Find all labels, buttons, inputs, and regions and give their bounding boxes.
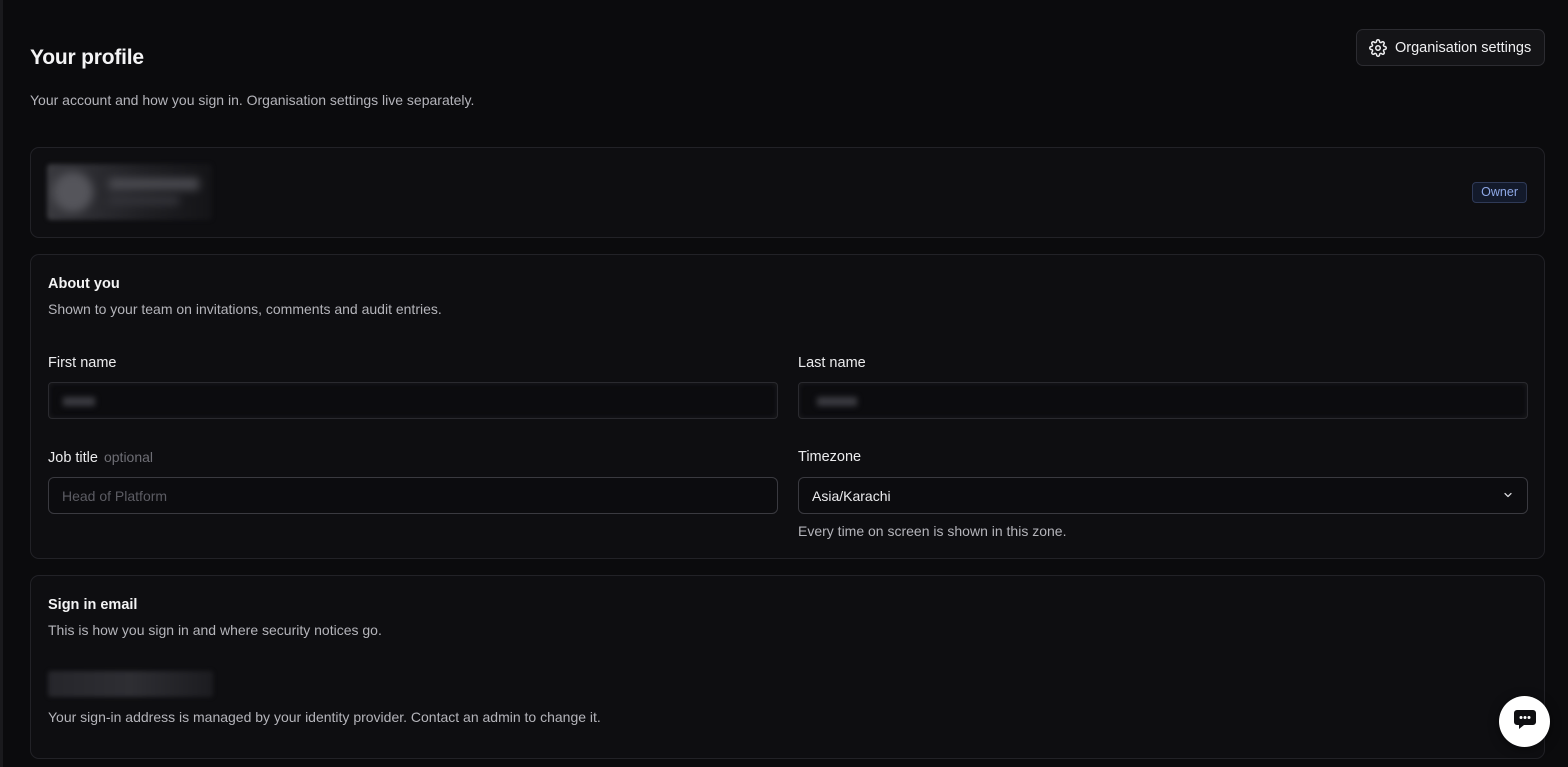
- organisation-settings-label: Organisation settings: [1395, 39, 1532, 56]
- sign-in-email-card: Sign in email This is how you sign in an…: [30, 575, 1545, 759]
- page-title: Your profile: [30, 46, 144, 69]
- gear-icon: [1369, 38, 1387, 57]
- timezone-select[interactable]: Asia/Karachi: [798, 477, 1528, 514]
- sign-in-email-title: Sign in email: [48, 597, 138, 613]
- redacted-name: [109, 178, 199, 190]
- profile-page: Your profile Your account and how you si…: [0, 0, 1568, 767]
- about-you-title: About you: [48, 276, 120, 292]
- redacted-email: [48, 671, 213, 697]
- redacted-detail: [109, 196, 179, 205]
- sign-in-email-description: This is how you sign in and where securi…: [48, 622, 382, 638]
- avatar-image: [53, 172, 93, 212]
- redacted-last-name: [817, 397, 857, 406]
- avatar: [47, 164, 212, 220]
- last-name-field[interactable]: [798, 382, 1528, 419]
- organisation-settings-button[interactable]: Organisation settings: [1356, 29, 1545, 66]
- timezone-label: Timezone: [798, 449, 862, 465]
- chat-bubble-icon: [1513, 708, 1537, 735]
- page-subtitle: Your account and how you sign in. Organi…: [30, 92, 475, 108]
- job-title-input[interactable]: [48, 477, 778, 514]
- chat-button[interactable]: [1499, 696, 1550, 747]
- redacted-first-name: [63, 397, 95, 406]
- last-name-label: Last name: [798, 355, 866, 371]
- profile-summary-card: Owner: [30, 147, 1545, 238]
- timezone-help: Every time on screen is shown in this zo…: [798, 523, 1067, 539]
- job-title-label-text: Job title: [48, 450, 98, 466]
- role-badge: Owner: [1472, 182, 1527, 203]
- about-you-card: About you Shown to your team on invitati…: [30, 254, 1545, 559]
- first-name-label: First name: [48, 355, 117, 371]
- optional-hint: optional: [103, 449, 154, 465]
- job-title-label: Job title optional: [48, 449, 153, 466]
- sign-in-email-note: Your sign-in address is managed by your …: [48, 709, 601, 725]
- first-name-field[interactable]: [48, 382, 778, 419]
- timezone-value: Asia/Karachi: [812, 487, 891, 504]
- chevron-down-icon: [1502, 488, 1514, 504]
- about-you-description: Shown to your team on invitations, comme…: [48, 301, 442, 317]
